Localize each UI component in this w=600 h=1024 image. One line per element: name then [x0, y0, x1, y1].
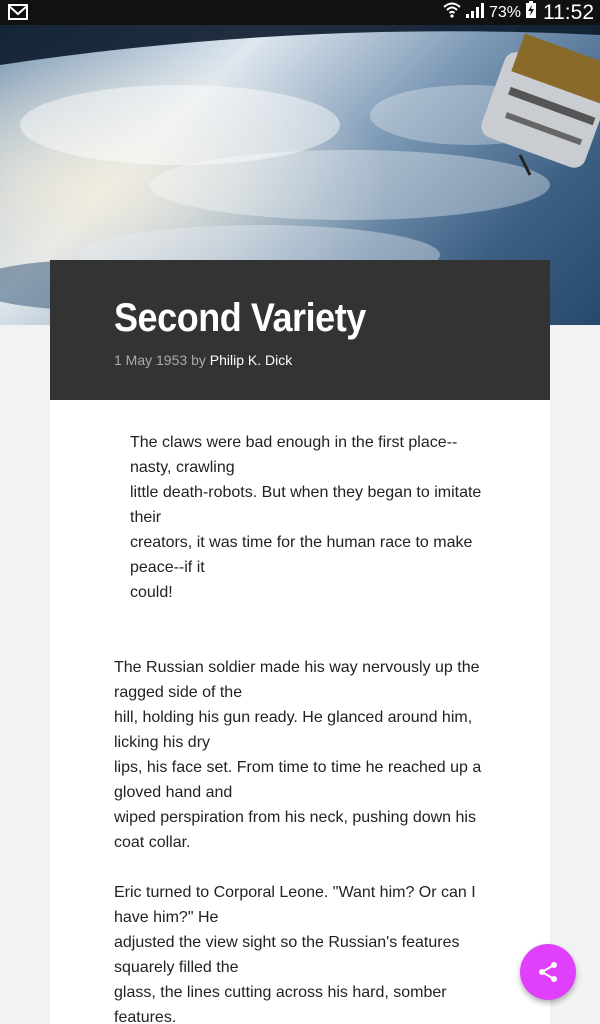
epigraph-line: little death-robots. But when they began…	[130, 484, 482, 526]
article-body: The claws were bad enough in the first p…	[114, 430, 489, 1024]
battery-icon	[525, 1, 537, 24]
author-name: Philip K. Dick	[209, 352, 293, 368]
epigraph-line: The claws were bad enough in the first p…	[130, 434, 458, 476]
article-meta: 1 May 1953 by Philip K. Dick	[114, 352, 292, 368]
gmail-icon	[8, 3, 28, 21]
signal-icon	[465, 1, 485, 24]
share-button[interactable]	[520, 944, 576, 1000]
paragraph-line: hill, holding his gun ready. He glanced …	[114, 709, 473, 751]
article-content: The claws were bad enough in the first p…	[50, 400, 550, 1024]
article-title: Second Variety	[114, 296, 366, 340]
title-card: Second Variety 1 May 1953 by Philip K. D…	[50, 260, 550, 400]
status-bar: 73% 11:52	[0, 0, 600, 25]
epigraph-line: could!	[130, 584, 173, 601]
publish-date: 1 May 1953	[114, 352, 188, 368]
paragraph-line: adjusted the view sight so the Russian's…	[114, 934, 460, 976]
wifi-icon	[443, 1, 461, 24]
by-label: by	[191, 352, 206, 368]
share-icon	[539, 962, 557, 982]
clock: 11:52	[543, 0, 594, 24]
paragraph-line: The Russian soldier made his way nervous…	[114, 659, 480, 701]
epigraph-line: creators, it was time for the human race…	[130, 534, 473, 576]
battery-percentage: 73%	[488, 3, 521, 21]
paragraph-line: Eric turned to Corporal Leone. "Want him…	[114, 884, 476, 926]
paragraph-line: lips, his face set. From time to time he…	[114, 759, 482, 801]
paragraph-line: wiped perspiration from his neck, pushin…	[114, 809, 476, 851]
paragraph-line: glass, the lines cutting across his hard…	[114, 984, 447, 1024]
